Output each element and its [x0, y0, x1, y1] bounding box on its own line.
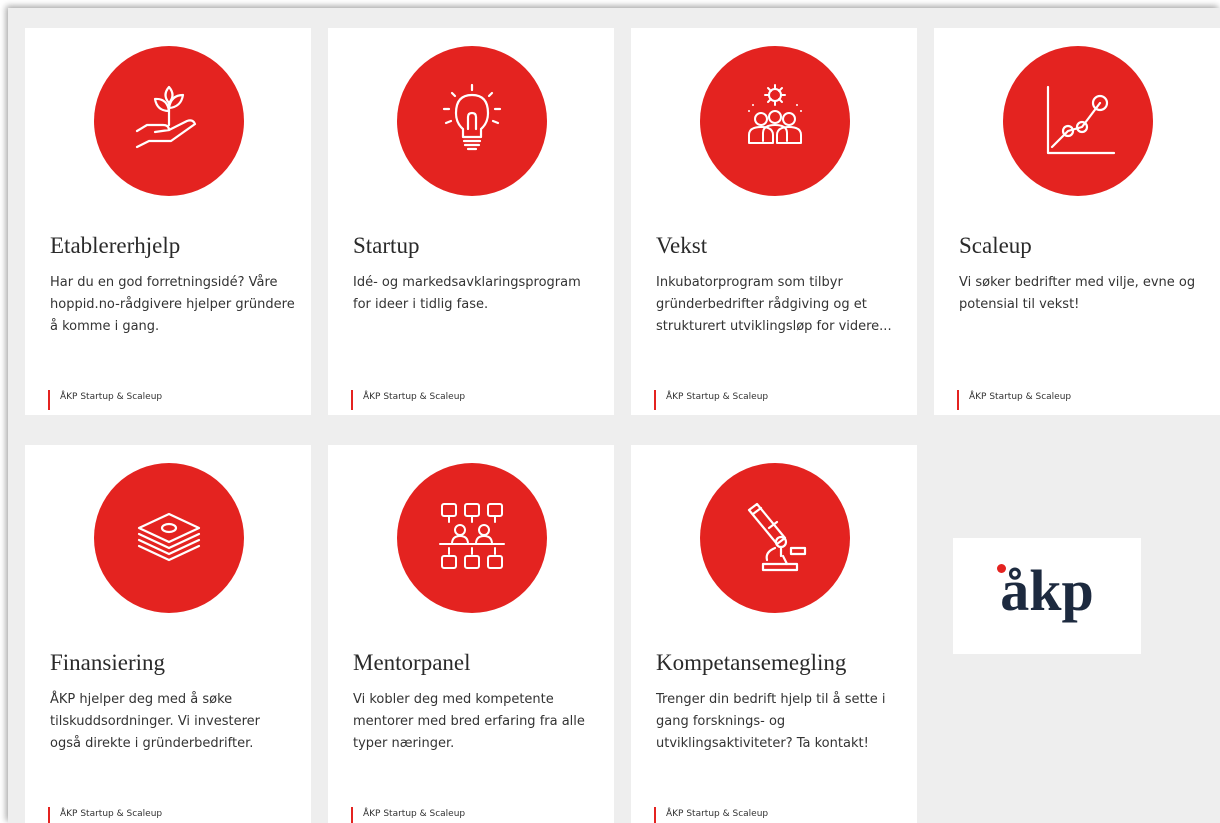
icon-circle	[397, 463, 547, 613]
money-stack-icon	[137, 512, 201, 562]
card-title[interactable]: Vekst	[656, 233, 899, 259]
services-grid: Etablererhjelp Har du en god forretnings…	[8, 8, 1220, 823]
card-tag-label: ÅKP Startup & Scaleup	[363, 392, 466, 402]
card-description: Inkubatorprogram som tilbyr gründerbedri…	[656, 275, 892, 334]
card-mentorpanel[interactable]: Mentorpanel Vi kobler deg med kompetente…	[328, 445, 614, 823]
icon-circle	[1003, 46, 1153, 196]
icon-circle	[700, 463, 850, 613]
card-description: Vi kobler deg med kompetente mentorer me…	[353, 692, 585, 751]
card-title[interactable]: Mentorpanel	[353, 650, 596, 676]
card-tag-label: ÅKP Startup & Scaleup	[969, 392, 1072, 402]
logo-text: åkp	[1000, 558, 1094, 623]
lightbulb-icon	[442, 83, 502, 151]
card-finansiering[interactable]: Finansiering ÅKP hjelper deg med å søke …	[25, 445, 311, 823]
card-kompetansemegling[interactable]: Kompetansemegling Trenger din bedrift hj…	[631, 445, 917, 823]
card-tag: ÅKP Startup & Scaleup	[957, 390, 1071, 410]
icon-circle	[397, 46, 547, 196]
card-tag-label: ÅKP Startup & Scaleup	[60, 392, 163, 402]
card-tag: ÅKP Startup & Scaleup	[351, 390, 465, 410]
team-gear-icon	[748, 84, 802, 144]
card-description: Idé- og markedsavklaringsprogram for ide…	[353, 275, 581, 312]
card-description: Vi søker bedrifter med vilje, evne og po…	[959, 275, 1196, 312]
card-scaleup[interactable]: Scaleup Vi søker bedrifter med vilje, ev…	[934, 28, 1220, 415]
card-etablererhjelp[interactable]: Etablererhjelp Har du en god forretnings…	[25, 28, 311, 415]
card-tag-label: ÅKP Startup & Scaleup	[60, 809, 163, 819]
card-title[interactable]: Scaleup	[959, 233, 1202, 259]
card-tag: ÅKP Startup & Scaleup	[351, 807, 465, 823]
card-description: Trenger din bedrift hjelp til å sette i …	[656, 692, 886, 751]
card-tag: ÅKP Startup & Scaleup	[48, 390, 162, 410]
icon-circle	[94, 46, 244, 196]
card-tag: ÅKP Startup & Scaleup	[48, 807, 162, 823]
akp-logo[interactable]: åkp	[953, 538, 1141, 654]
card-title[interactable]: Finansiering	[50, 650, 293, 676]
card-description: Har du en god forretningsidé? Våre hoppi…	[50, 275, 295, 334]
card-tag-label: ÅKP Startup & Scaleup	[666, 392, 769, 402]
card-title[interactable]: Startup	[353, 233, 596, 259]
card-tag-label: ÅKP Startup & Scaleup	[363, 809, 466, 819]
card-tag: ÅKP Startup & Scaleup	[654, 390, 768, 410]
growth-chart-icon	[1046, 85, 1116, 155]
card-description: ÅKP hjelper deg med å søke tilskuddsordn…	[50, 692, 260, 751]
icon-circle	[94, 463, 244, 613]
microscope-icon	[747, 502, 807, 572]
card-title[interactable]: Etablererhjelp	[50, 233, 293, 259]
card-tag-label: ÅKP Startup & Scaleup	[666, 809, 769, 819]
plant-in-hand-icon	[135, 85, 197, 149]
icon-circle	[700, 46, 850, 196]
card-startup[interactable]: Startup Idé- og markedsavklaringsprogram…	[328, 28, 614, 415]
card-vekst[interactable]: Vekst Inkubatorprogram som tilbyr gründe…	[631, 28, 917, 415]
card-tag: ÅKP Startup & Scaleup	[654, 807, 768, 823]
mentor-network-icon	[439, 503, 505, 569]
card-title[interactable]: Kompetansemegling	[656, 650, 899, 676]
